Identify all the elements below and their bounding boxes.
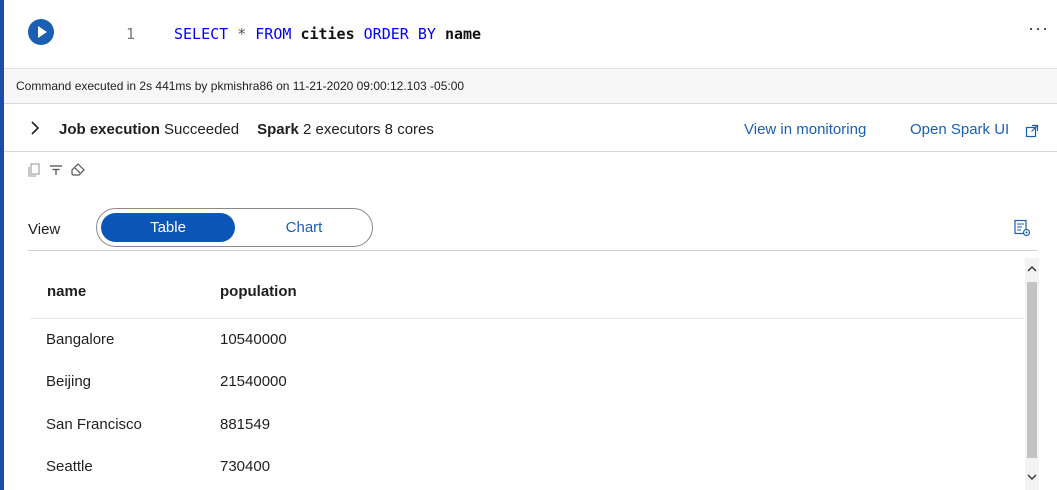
scroll-up-icon[interactable] <box>1025 262 1039 276</box>
cell-name: Bangalore <box>46 331 115 348</box>
table-row: Seattle 730400 <box>30 458 1024 490</box>
job-summary: Job execution Succeeded Spark 2 executors… <box>59 121 434 138</box>
results-table: name population Bangalore 10540000 Beiji… <box>30 256 1024 490</box>
cell-population: 881549 <box>220 416 271 433</box>
external-link-icon <box>1025 124 1039 138</box>
play-icon <box>38 26 47 38</box>
column-header-population[interactable]: population <box>220 283 297 300</box>
execution-status-bar: Command executed in 2s 441ms by pkmishra… <box>4 68 1057 104</box>
cell-population: 10540000 <box>220 331 287 348</box>
open-spark-ui-link[interactable]: Open Spark UI <box>910 121 1009 138</box>
sql-star: * <box>237 25 247 43</box>
line-number: 1 <box>126 25 136 43</box>
view-in-monitoring-link[interactable]: View in monitoring <box>744 121 866 138</box>
cell-population: 730400 <box>220 458 271 475</box>
job-execution-row: Job execution Succeeded Spark 2 executors… <box>4 104 1057 152</box>
view-divider <box>28 250 1037 251</box>
column-header-name[interactable]: name <box>47 283 86 300</box>
table-row: Beijing 21540000 <box>30 373 1024 415</box>
chevron-right-icon[interactable] <box>28 120 42 136</box>
job-execution-label: Job execution <box>59 121 160 138</box>
code-line[interactable]: SELECT * FROM cities ORDER BY name <box>174 25 481 43</box>
eraser-icon[interactable] <box>70 162 86 178</box>
cell-name: San Francisco <box>46 416 142 433</box>
run-cell-button[interactable] <box>28 19 54 45</box>
sql-keyword-order-by: ORDER BY <box>363 25 436 43</box>
view-toggle-row: View Table Chart <box>4 204 1057 252</box>
table-settings-icon[interactable] <box>1013 219 1031 237</box>
toggle-table-option[interactable]: Table <box>101 213 235 242</box>
header-divider <box>30 318 1024 319</box>
table-row: Bangalore 10540000 <box>30 331 1024 373</box>
scroll-down-icon[interactable] <box>1025 470 1039 484</box>
filter-icon[interactable] <box>48 162 64 178</box>
notebook-cell: 1 SELECT * FROM cities ORDER BY name ···… <box>0 0 1057 490</box>
job-status: Succeeded <box>164 121 240 138</box>
cell-population: 21540000 <box>220 373 287 390</box>
more-icon[interactable]: ··· <box>1028 18 1049 39</box>
spark-detail: 2 executors 8 cores <box>302 121 434 138</box>
cell-name: Beijing <box>46 373 92 390</box>
code-editor-row: 1 SELECT * FROM cities ORDER BY name ··· <box>4 0 1057 68</box>
toggle-chart-option[interactable]: Chart <box>237 213 371 242</box>
sql-keyword-from: FROM <box>255 25 292 43</box>
cell-name: Seattle <box>46 458 93 475</box>
spark-label: Spark <box>257 121 299 138</box>
scrollbar-thumb[interactable] <box>1027 282 1037 458</box>
table-row: San Francisco 881549 <box>30 416 1024 458</box>
view-toggle: Table Chart <box>96 208 373 247</box>
output-toolbar <box>26 162 146 182</box>
copy-icon[interactable] <box>26 162 42 178</box>
sql-column-name: name <box>444 25 482 43</box>
sql-table-name: cities <box>300 25 355 43</box>
execution-status-text: Command executed in 2s 441ms by pkmishra… <box>16 79 465 93</box>
view-label: View <box>28 221 61 238</box>
sql-keyword-select: SELECT <box>174 25 229 43</box>
